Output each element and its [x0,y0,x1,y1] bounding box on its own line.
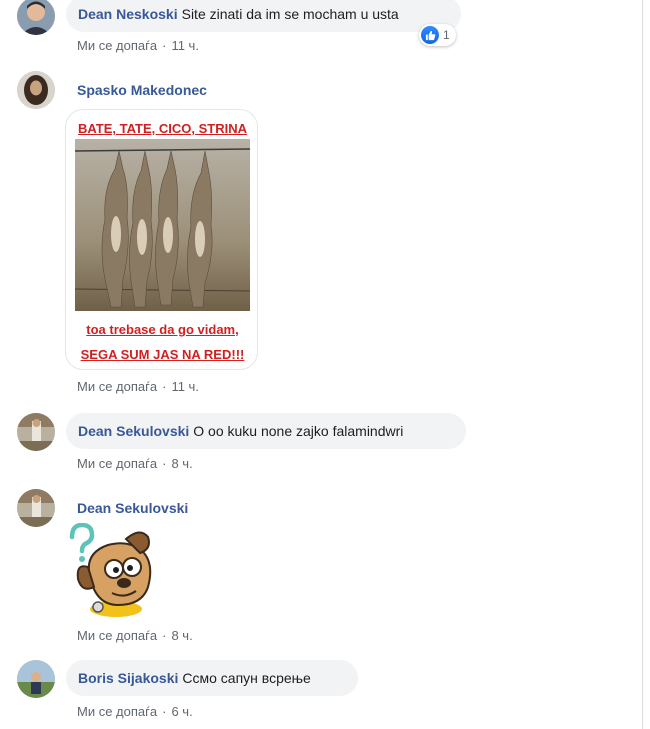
avatar[interactable] [17,71,55,109]
like-link[interactable]: Ми се допаѓа [77,704,157,719]
avatar-photo-icon [17,0,55,35]
panel-divider [642,0,643,729]
meme-caption-bottom-1: toa trebase da go vidam, [86,322,239,337]
comment-timestamp[interactable]: 8 ч. [171,628,192,643]
meme-caption-bottom-2: SEGA SUM JAS NA RED!!! [80,347,245,362]
comment-timestamp[interactable]: 11 ч. [171,38,199,53]
comment-actions: Ми се допаѓа · 11 ч. [77,379,199,394]
avatar[interactable] [17,489,55,527]
comment-text: Site zinati da im se mocham u usta [181,6,399,22]
separator-dot: · [162,456,167,471]
like-reaction-icon [421,26,439,44]
comment-author[interactable]: Spasko Makedonec [77,82,207,98]
comment-bubble: Boris Sijakoski Ссмо сапун всрење [66,660,358,696]
comment-image[interactable]: BATE, TATE, CICO, STRINA toa trebase da … [65,109,258,370]
comment-text: O oo kuku none zajko falamindwri [193,423,404,439]
comment-author[interactable]: Dean Sekulovski [77,500,188,516]
separator-dot: · [162,628,167,643]
comments-thread: Dean Neskoski Site zinati da im se mocha… [0,0,650,729]
reaction-summary[interactable]: 1 [419,24,456,46]
like-link[interactable]: Ми се допаѓа [77,379,157,394]
hanging-rabbits-photo [75,139,250,311]
comment-actions: Ми се допаѓа · 6 ч. [77,704,193,719]
avatar-photo-icon [17,71,55,109]
comment-author[interactable]: Boris Sijakoski [78,669,178,687]
avatar[interactable] [17,0,55,35]
like-link[interactable]: Ми се допаѓа [77,456,157,471]
avatar-photo-icon [17,413,55,451]
confused-dog-sticker-icon[interactable] [68,523,158,618]
avatar[interactable] [17,413,55,451]
reaction-count: 1 [443,28,450,42]
comment-bubble: Dean Sekulovski O oo kuku none zajko fal… [66,413,466,449]
comment-timestamp[interactable]: 8 ч. [171,456,192,471]
meme-caption-top: BATE, TATE, CICO, STRINA [78,121,247,136]
comment-actions: Ми се допаѓа · 8 ч. [77,456,193,471]
avatar-photo-icon [17,489,55,527]
comment-timestamp[interactable]: 6 ч. [171,704,192,719]
comment-actions: Ми се допаѓа · 8 ч. [77,628,193,643]
comment-timestamp[interactable]: 11 ч. [171,379,199,394]
like-link[interactable]: Ми се допаѓа [77,38,157,53]
like-link[interactable]: Ми се допаѓа [77,628,157,643]
separator-dot: · [162,704,167,719]
comment-bubble: Dean Neskoski Site zinati da im se mocha… [66,0,461,32]
comment-author[interactable]: Dean Sekulovski [78,422,189,440]
separator-dot: · [162,38,167,53]
comment-text: Ссмо сапун всрење [182,670,311,686]
avatar[interactable] [17,660,55,698]
comment-actions: Ми се допаѓа · 11 ч. [77,38,199,53]
comment-author[interactable]: Dean Neskoski [78,5,178,23]
separator-dot: · [162,379,167,394]
avatar-photo-icon [17,660,55,698]
